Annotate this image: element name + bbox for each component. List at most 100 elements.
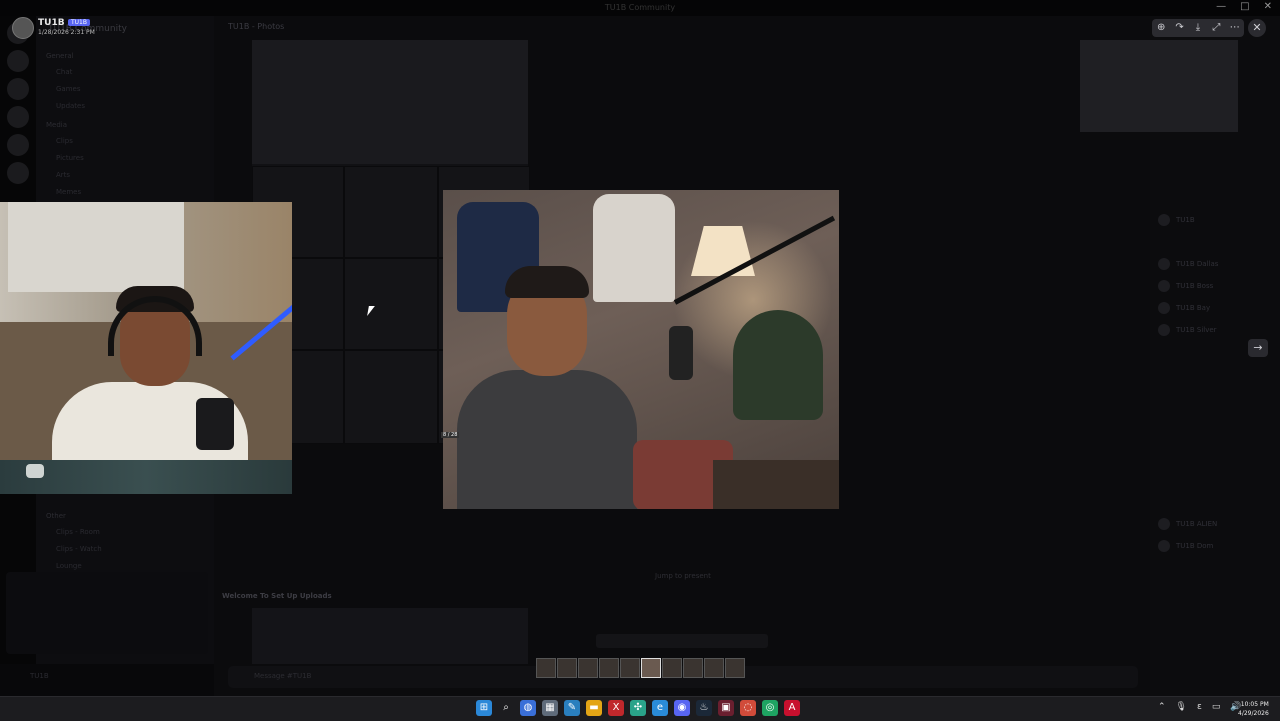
server-icon[interactable] bbox=[7, 134, 29, 156]
person-hoodie bbox=[457, 370, 637, 509]
channel-header: TU1B - Photos bbox=[228, 22, 285, 31]
edge-icon[interactable]: e bbox=[652, 700, 668, 716]
server-icon[interactable] bbox=[7, 162, 29, 184]
avatar[interactable] bbox=[12, 17, 34, 39]
member-item[interactable]: TU1B Dallas bbox=[1158, 258, 1218, 270]
webcam-banner bbox=[0, 460, 292, 494]
thumbnail[interactable] bbox=[578, 658, 598, 678]
file-explorer-icon[interactable]: ▦ bbox=[542, 700, 558, 716]
channel-category[interactable]: Media bbox=[46, 121, 206, 129]
app-icon[interactable]: ✣ bbox=[630, 700, 646, 716]
jump-to-present[interactable]: Jump to present bbox=[655, 572, 711, 580]
x-app-icon[interactable]: X bbox=[608, 700, 624, 716]
member-item[interactable]: TU1B bbox=[1158, 214, 1195, 226]
message bbox=[222, 528, 532, 544]
network-icon[interactable]: ▭ bbox=[1212, 702, 1221, 712]
message bbox=[222, 544, 532, 560]
plant bbox=[733, 310, 823, 420]
server-tag-badge: TU1B bbox=[68, 19, 90, 26]
maximize-button[interactable]: □ bbox=[1240, 1, 1249, 12]
bench bbox=[713, 460, 839, 509]
thumbnail[interactable] bbox=[536, 658, 556, 678]
clock-time: 10:05 PM bbox=[1240, 701, 1269, 708]
member-item[interactable]: TU1B Bay bbox=[1158, 302, 1210, 314]
channel-item[interactable]: Clips bbox=[46, 133, 206, 150]
editor-icon[interactable]: ✎ bbox=[564, 700, 580, 716]
member-item[interactable]: TU1B Dom bbox=[1158, 540, 1213, 552]
upload-date: 1/28/2026 2:31 PM bbox=[38, 29, 95, 36]
tray-overflow-icon[interactable]: ⌃ bbox=[1158, 702, 1166, 712]
microphone-icon[interactable]: 🎙 bbox=[1176, 702, 1187, 712]
webcam-overlay bbox=[0, 202, 292, 494]
window-controls: — □ ✕ bbox=[1216, 1, 1272, 12]
windows-taskbar: ⊞ ⌕ ◍ ▦ ✎ ▬ X ✣ e ◉ ♨ ▣ ◌ ◎ A ⌃ 🎙 ε ▭ 🔊 10:05 PM 4/29/… bbox=[0, 696, 1280, 721]
member-item[interactable]: TU1B Silver bbox=[1158, 324, 1217, 336]
download-icon[interactable]: ⤓ bbox=[1191, 19, 1205, 37]
channel-list: General Chat Games Updates Media Clips P… bbox=[46, 46, 206, 201]
person-hair bbox=[505, 266, 589, 298]
user-panel-name[interactable]: TU1B bbox=[30, 672, 49, 680]
channel-item[interactable]: Games bbox=[46, 81, 206, 98]
banner-logo-icon bbox=[26, 464, 44, 478]
input-method-icon[interactable]: ε bbox=[1197, 702, 1202, 712]
thumbnail[interactable] bbox=[683, 658, 703, 678]
server-icon[interactable] bbox=[7, 106, 29, 128]
thumbnail[interactable] bbox=[557, 658, 577, 678]
search-icon[interactable]: ⌕ bbox=[498, 700, 514, 716]
title-bar: TU1B Community — □ ✕ bbox=[0, 0, 1280, 16]
server-icon[interactable] bbox=[7, 78, 29, 100]
discord-icon[interactable]: ◉ bbox=[674, 700, 690, 716]
thumbnail[interactable] bbox=[725, 658, 745, 678]
main-photo[interactable] bbox=[443, 190, 839, 509]
app-icon[interactable]: ◌ bbox=[740, 700, 756, 716]
thumbnail[interactable] bbox=[704, 658, 724, 678]
channel-item[interactable]: Clips - Watch bbox=[46, 541, 206, 558]
photo-cell[interactable] bbox=[252, 40, 528, 164]
channel-item[interactable]: Clips - Room bbox=[46, 524, 206, 541]
channel-item[interactable]: Chat bbox=[46, 64, 206, 81]
more-options-icon[interactable]: ⋯ bbox=[1228, 19, 1242, 37]
adobe-icon[interactable]: A bbox=[784, 700, 800, 716]
channel-category[interactable]: General bbox=[46, 52, 206, 60]
voice-panel bbox=[6, 572, 208, 654]
taskbar-apps: ⊞ ⌕ ◍ ▦ ✎ ▬ X ✣ e ◉ ♨ ▣ ◌ ◎ A bbox=[476, 700, 800, 716]
thumbnail-active[interactable] bbox=[641, 658, 661, 678]
next-image-button[interactable]: → bbox=[1248, 339, 1268, 357]
channel-item[interactable]: Pictures bbox=[46, 150, 206, 167]
open-external-icon[interactable]: ⤢ bbox=[1209, 19, 1223, 37]
uploader-name: TU1B bbox=[38, 18, 65, 28]
widgets-icon[interactable]: ◍ bbox=[520, 700, 536, 716]
app-icon[interactable]: ▣ bbox=[718, 700, 734, 716]
media-viewer-toolbar: ⊕ ↷ ⤓ ⤢ ⋯ bbox=[1152, 19, 1244, 37]
rotate-icon[interactable]: ↷ bbox=[1173, 19, 1187, 37]
message-title: Welcome To Set Up Uploads bbox=[222, 592, 332, 600]
thumbnail[interactable] bbox=[662, 658, 682, 678]
minimize-button[interactable]: — bbox=[1216, 1, 1226, 12]
channel-category[interactable]: Other bbox=[46, 512, 206, 520]
member-item[interactable]: TU1B Boss bbox=[1158, 280, 1213, 292]
thumbnail[interactable] bbox=[620, 658, 640, 678]
attached-images[interactable] bbox=[252, 608, 528, 664]
thumbnail[interactable] bbox=[599, 658, 619, 678]
photo-cell[interactable] bbox=[344, 258, 438, 350]
photo-cell[interactable] bbox=[344, 350, 438, 444]
member-item[interactable]: TU1B ALIEN bbox=[1158, 518, 1217, 530]
channel-item[interactable]: Updates bbox=[46, 98, 206, 115]
chrome-icon[interactable]: ◎ bbox=[762, 700, 778, 716]
photo-cell[interactable] bbox=[344, 166, 438, 258]
message-input-placeholder: Message #TU1B bbox=[254, 672, 312, 680]
steam-icon[interactable]: ♨ bbox=[696, 700, 712, 716]
server-icon[interactable] bbox=[7, 50, 29, 72]
channel-item[interactable]: Memes bbox=[46, 184, 206, 201]
zoom-icon[interactable]: ⊕ bbox=[1154, 19, 1168, 37]
taskbar-clock[interactable]: 10:05 PM 4/29/2026 bbox=[1238, 700, 1269, 718]
folder-icon[interactable]: ▬ bbox=[586, 700, 602, 716]
message bbox=[222, 576, 532, 592]
close-viewer-button[interactable]: ✕ bbox=[1248, 19, 1266, 37]
window-close-button[interactable]: ✕ bbox=[1264, 1, 1272, 12]
message-list: Welcome To Set Up Uploads bbox=[222, 496, 532, 608]
channel-item[interactable]: Arts bbox=[46, 167, 206, 184]
start-icon[interactable]: ⊞ bbox=[476, 700, 492, 716]
open-original-link[interactable] bbox=[596, 634, 768, 648]
jersey-light bbox=[593, 194, 675, 302]
